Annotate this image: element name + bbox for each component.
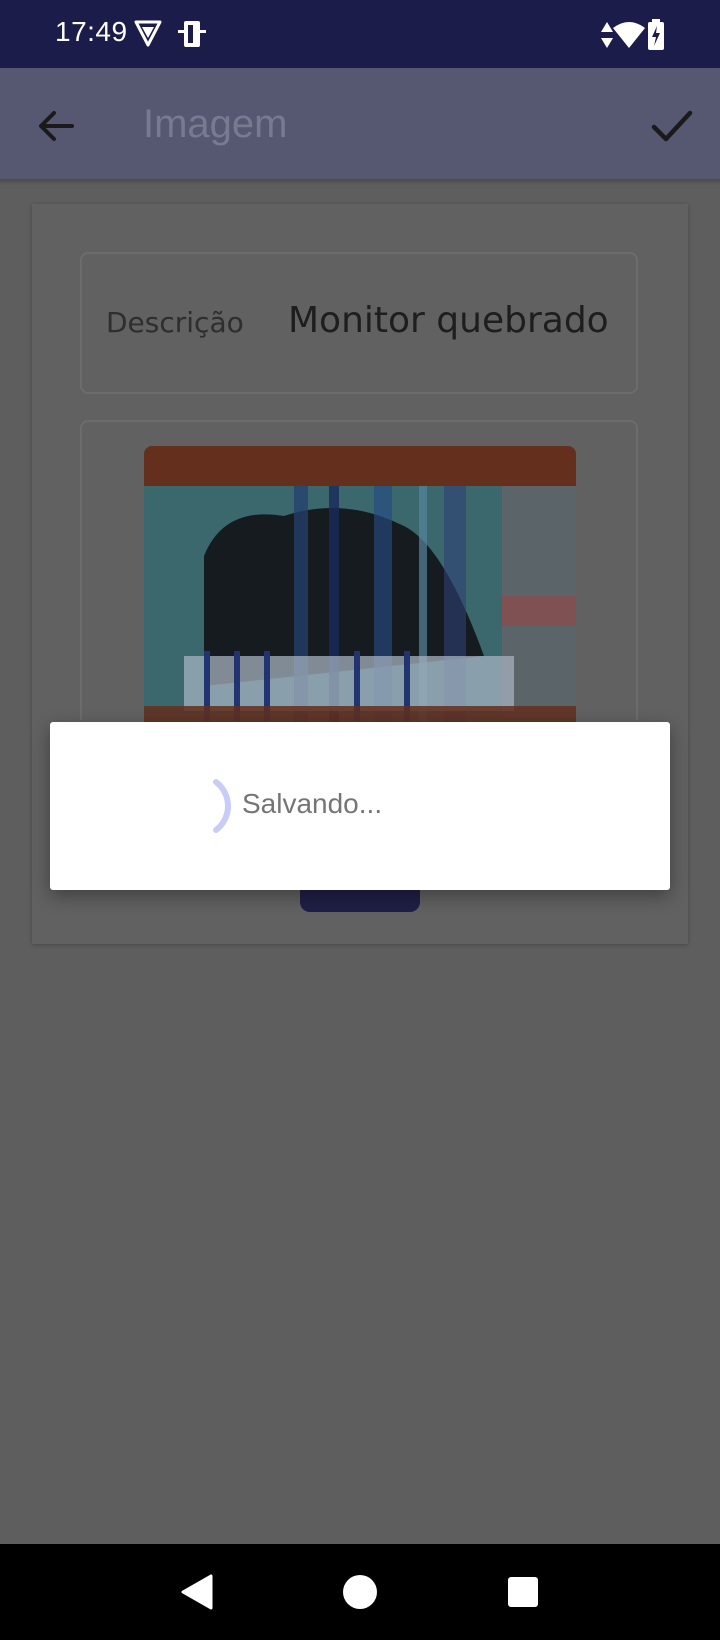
vpn-shield-icon <box>133 18 163 53</box>
progress-dialog: Salvando... <box>50 722 670 890</box>
description-field[interactable]: Descrição Monitor quebrado <box>80 252 638 394</box>
back-triangle-icon[interactable] <box>177 1572 217 1617</box>
description-label: Descrição <box>106 306 244 339</box>
check-icon[interactable] <box>646 100 698 152</box>
wifi-icon <box>612 20 646 55</box>
status-bar: 17:49 <box>0 0 720 68</box>
status-time: 17:49 <box>55 16 128 47</box>
device-storage-icon <box>176 18 208 55</box>
description-value: Monitor quebrado <box>288 300 609 341</box>
recents-square-icon[interactable] <box>506 1572 540 1617</box>
app-bar-shadow <box>0 179 720 185</box>
app-bar: Imagem <box>0 68 720 179</box>
monitor-photo[interactable] <box>144 446 576 728</box>
battery-charging-icon <box>647 19 665 56</box>
page-title: Imagem <box>143 102 288 146</box>
dialog-message: Salvando... <box>242 788 383 819</box>
arrow-back-icon[interactable] <box>32 102 80 150</box>
navigation-bar <box>0 1544 720 1640</box>
home-circle-icon[interactable] <box>342 1572 378 1617</box>
loading-spinner-icon <box>146 760 238 852</box>
